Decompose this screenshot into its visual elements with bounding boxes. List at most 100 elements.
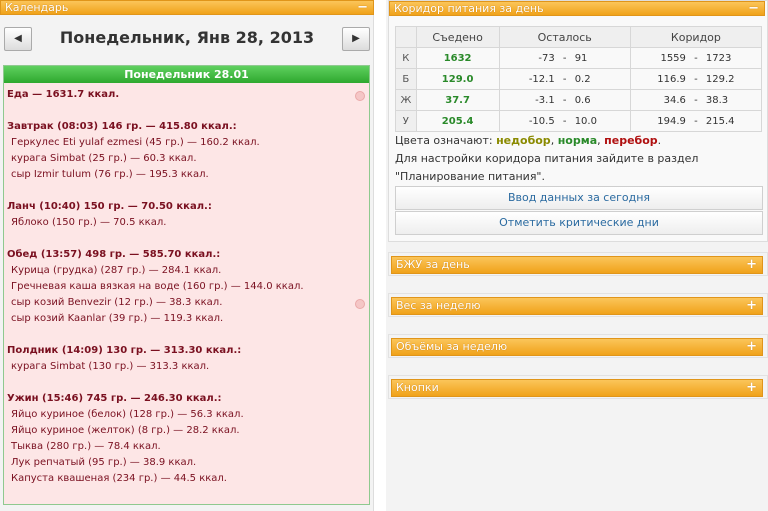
corr-min: 1559 — [660, 52, 686, 64]
corridor-row: Ж 37.7 -3.1-0.6 34.6-38.3 — [395, 89, 763, 111]
bju-title: БЖУ за день — [396, 258, 470, 271]
range-dash: - — [562, 115, 567, 127]
left-range: -3.1-0.6 — [498, 89, 631, 111]
legend-end: . — [657, 134, 662, 147]
eaten-value: 129.0 — [415, 68, 500, 90]
food-item: Яблоко (150 гр.) — 70.5 ккал. — [11, 217, 167, 228]
meal-heading: Ужин (15:46) 745 гр. — 246.30 ккал.: — [7, 393, 222, 404]
food-item: сыр козий Kaanlar (39 гр.) — 119.3 ккал. — [11, 313, 224, 324]
food-item: сыр козий Benvezir (12 гр.) — 38.3 ккал. — [11, 297, 223, 308]
range-dash: - — [694, 52, 698, 64]
hint-line-2: "Планирование питания". — [395, 170, 545, 183]
page: Календарь − ◀ Понедельник, Янв 28, 2013 … — [0, 0, 768, 511]
hint-line-1: Для настройки коридора питания зайдите в… — [395, 152, 699, 165]
bju-panel: БЖУ за день + — [388, 252, 768, 276]
mark-critical-days-button[interactable]: Отметить критические дни — [395, 211, 763, 235]
col-corridor: Коридор — [629, 26, 763, 48]
corridor-range: 194.9-215.4 — [629, 110, 763, 132]
corridor-row: Б 129.0 -12.1-0.2 116.9-129.2 — [395, 68, 763, 90]
meal-heading: Полдник (14:09) 130 гр. — 313.30 ккал.: — [7, 345, 242, 356]
legend-over: перебор — [604, 134, 658, 147]
corridor-table-header: Съедено Осталось Коридор — [395, 26, 763, 48]
corridor-row: К 1632 -73-91 1559-1723 — [395, 47, 763, 69]
plus-icon[interactable]: + — [746, 380, 757, 396]
range-dash: - — [694, 115, 698, 127]
calendar-header[interactable]: Календарь − — [0, 0, 374, 15]
calendar-panel: Календарь − ◀ Понедельник, Янв 28, 2013 … — [0, 0, 374, 511]
legend-sep: , — [597, 134, 601, 147]
corridor-range: 1559-1723 — [629, 47, 763, 69]
calendar-title: Календарь — [5, 1, 69, 14]
food-item: Тыква (280 гр.) — 78.4 ккал. — [11, 441, 161, 452]
food-item: Геркулес Eti yulaf ezmesi (45 гр.) — 160… — [11, 137, 260, 148]
legend-under: недобор — [496, 134, 551, 147]
nutrient-label: Б — [395, 68, 417, 90]
minus-icon[interactable]: − — [748, 2, 759, 15]
left-max: 0.2 — [574, 73, 591, 85]
eaten-value: 37.7 — [415, 89, 500, 111]
buttons-title: Кнопки — [396, 381, 439, 394]
bju-header[interactable]: БЖУ за день + — [391, 256, 763, 274]
buttons-header[interactable]: Кнопки + — [391, 379, 763, 397]
enter-today-data-button[interactable]: Ввод данных за сегодня — [395, 186, 763, 210]
weight-panel: Вес за неделю + — [388, 293, 768, 317]
left-range: -12.1-0.2 — [498, 68, 631, 90]
prev-day-button[interactable]: ◀ — [4, 27, 32, 51]
left-range: -73-91 — [498, 47, 631, 69]
nutrient-label: Ж — [395, 89, 417, 111]
corridor-panel: Коридор питания за день − Съедено Остало… — [388, 0, 768, 242]
color-legend: Цвета означают: недобор, норма, перебор. — [395, 134, 661, 147]
food-item: Лук репчатый (95 гр.) — 38.9 ккал. — [11, 457, 197, 468]
corridor-header[interactable]: Коридор питания за день − — [389, 1, 765, 16]
food-total: Еда — 1631.7 ккал. — [7, 89, 120, 100]
meal-heading: Обед (13:57) 498 гр. — 585.70 ккал.: — [7, 249, 221, 260]
corner-cell — [395, 26, 417, 48]
food-item: курага Simbat (25 гр.) — 60.3 ккал. — [11, 153, 197, 164]
range-dash: - — [694, 94, 698, 106]
legend-prefix: Цвета означают: — [395, 134, 493, 147]
plus-icon[interactable]: + — [746, 298, 757, 314]
volumes-header[interactable]: Объёмы за неделю + — [391, 338, 763, 356]
day-header[interactable]: Понедельник 28.01 — [4, 66, 369, 83]
peach-icon — [355, 299, 365, 309]
corr-min: 194.9 — [657, 115, 686, 127]
corridor-table: Съедено Осталось Коридор К 1632 -73-91 1559… — [395, 26, 763, 132]
corr-max: 1723 — [705, 52, 732, 64]
col-left: Осталось — [498, 26, 631, 48]
meal-heading: Ланч (10:40) 150 гр. — 70.50 ккал.: — [7, 201, 212, 212]
nutrient-label: У — [395, 110, 417, 132]
range-dash: - — [562, 52, 567, 64]
plus-icon[interactable]: + — [746, 257, 757, 273]
weight-header[interactable]: Вес за неделю + — [391, 297, 763, 315]
legend-norm: норма — [557, 134, 598, 147]
volumes-panel: Объёмы за неделю + — [388, 334, 768, 358]
eaten-value: 205.4 — [415, 110, 500, 132]
food-item: сыр Izmir tulum (76 гр.) — 195.3 ккал. — [11, 169, 209, 180]
left-max: 10.0 — [574, 115, 597, 127]
left-min: -3.1 — [535, 94, 555, 106]
minus-icon[interactable]: − — [357, 1, 368, 14]
eaten-value: 1632 — [415, 47, 500, 69]
legend-sep: , — [550, 134, 555, 147]
plus-icon[interactable]: + — [746, 339, 757, 355]
corr-max: 215.4 — [705, 115, 735, 127]
buttons-panel: Кнопки + — [388, 375, 768, 399]
next-day-button[interactable]: ▶ — [342, 27, 370, 51]
corr-min: 116.9 — [657, 73, 686, 85]
day-entries-box: Понедельник 28.01 Еда — 1631.7 ккал. Завт… — [3, 65, 370, 505]
volumes-title: Объёмы за неделю — [396, 340, 508, 353]
corr-min: 34.6 — [663, 94, 686, 106]
corridor-row: У 205.4 -10.5-10.0 194.9-215.4 — [395, 110, 763, 132]
right-column: Коридор питания за день − Съедено Остало… — [386, 0, 768, 511]
left-min: -73 — [538, 52, 555, 64]
left-min: -12.1 — [528, 73, 555, 85]
triangle-left-icon: ◀ — [14, 33, 22, 44]
corridor-range: 34.6-38.3 — [629, 89, 763, 111]
corr-max: 38.3 — [705, 94, 729, 106]
food-item: Капуста квашеная (234 гр.) — 44.5 ккал. — [11, 473, 227, 484]
day-entries-list: Еда — 1631.7 ккал. Завтрак (08:03) 146 гр… — [4, 83, 369, 487]
